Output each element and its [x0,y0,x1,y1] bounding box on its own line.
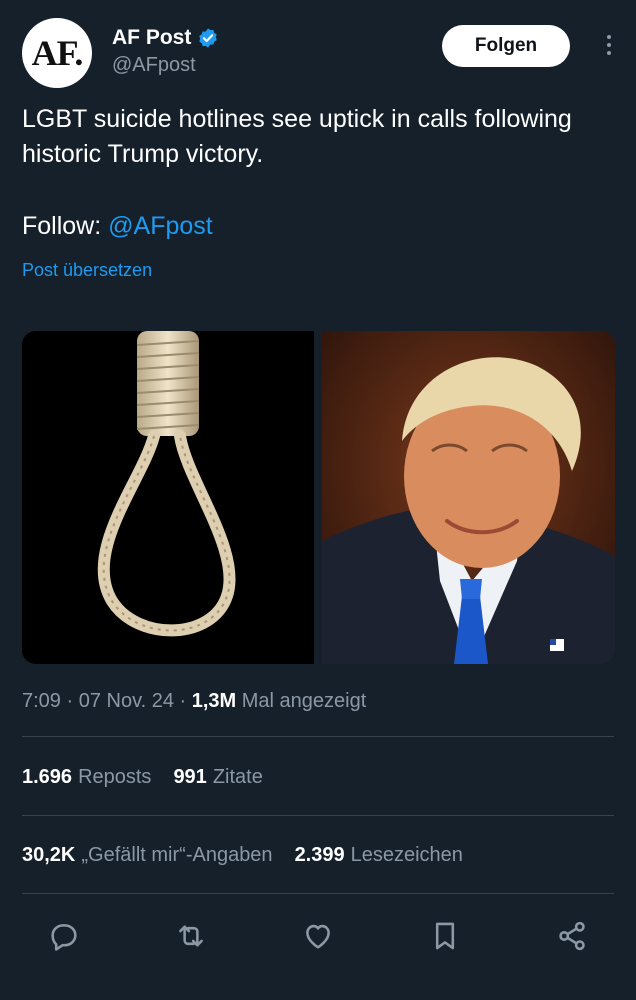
reposts-label: Reposts [78,766,152,788]
divider [22,893,614,894]
tweet-meta: 7:09 · 07 Nov. 24 · 1,3M Mal angezeigt [22,690,366,713]
trump-portrait-image[interactable] [322,331,615,664]
share-icon[interactable] [552,910,592,962]
quotes-stat[interactable]: 991 Zitate [173,766,262,789]
like-icon[interactable] [298,910,338,962]
quotes-count: 991 [173,766,207,788]
tweet-header: AF. AF Post @AFpost Folgen [22,18,614,90]
follow-button[interactable]: Folgen [442,25,570,67]
follow-line: Follow: @AFpost [22,209,213,244]
more-options-icon[interactable] [604,32,614,62]
tweet-date[interactable]: 07 Nov. 24 [79,690,174,712]
likes-label: „Gefällt mir“-Angaben [81,844,273,866]
views-label: Mal angezeigt [236,690,367,712]
translate-post-link[interactable]: Post übersetzen [22,260,152,281]
stats-row-reposts: 1.696 Reposts 991 Zitate [22,766,263,789]
reposts-count: 1.696 [22,766,73,788]
author-name-row: AF Post [112,26,219,50]
media-grid [22,331,615,664]
follow-prefix: Follow: [22,212,109,240]
bookmarks-stat[interactable]: 2.399 Lesezeichen [295,844,463,867]
bookmarks-label: Lesezeichen [350,844,463,866]
likes-stat[interactable]: 30,2K „Gefällt mir“-Angaben [22,844,273,867]
action-bar [22,910,614,962]
bookmarks-count: 2.399 [294,844,345,866]
mention-link[interactable]: @AFpost [108,212,213,240]
views-count: 1,3M [191,690,237,712]
noose-image[interactable] [22,331,314,664]
quotes-label: Zitate [212,766,263,788]
bookmark-icon[interactable] [425,910,465,962]
avatar-text: AF. [31,33,84,73]
likes-count: 30,2K [22,844,76,866]
meta-separator: · [173,690,192,712]
author-handle[interactable]: @AFpost [112,54,196,77]
avatar[interactable]: AF. [22,18,92,88]
reply-icon[interactable] [44,910,84,962]
divider [22,736,614,737]
stats-row-likes: 30,2K „Gefällt mir“-Angaben 2.399 Lesezeic… [22,844,463,867]
repost-icon[interactable] [171,910,211,962]
verified-badge-icon [199,28,218,48]
meta-separator: · [60,690,79,712]
divider [22,815,614,816]
author-display-name[interactable]: AF Post [112,26,191,50]
tweet-text: LGBT suicide hotlines see uptick in call… [22,105,572,168]
tweet-time[interactable]: 7:09 [22,690,61,712]
reposts-stat[interactable]: 1.696 Reposts [22,766,151,789]
